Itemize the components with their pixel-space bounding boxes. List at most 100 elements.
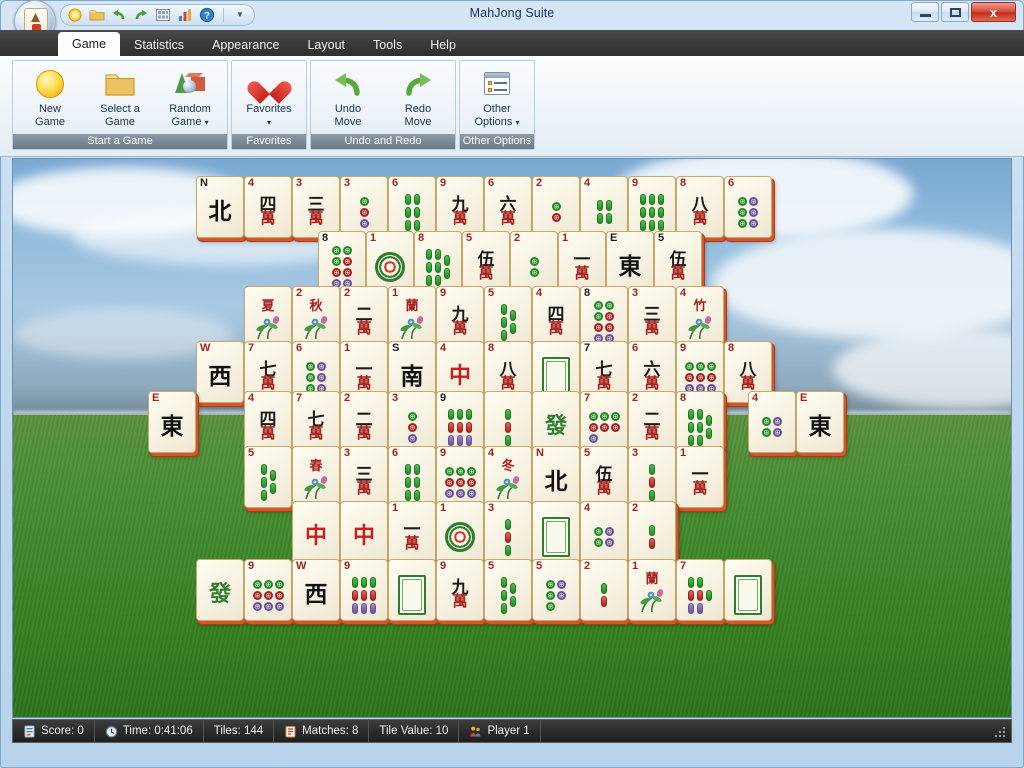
mahjong-tile[interactable]: 8 xyxy=(580,286,628,348)
mahjong-tile[interactable]: 2 xyxy=(628,501,676,563)
mahjong-tile[interactable]: 5 xyxy=(484,559,532,621)
mahjong-tile[interactable]: 3 xyxy=(388,391,436,453)
other-options-button[interactable]: Other Options ▾ xyxy=(462,65,532,129)
close-button[interactable]: x xyxy=(971,2,1016,22)
mahjong-tile[interactable]: 5伍萬 xyxy=(654,231,702,293)
mahjong-tile[interactable]: 4 xyxy=(748,391,796,453)
tab-statistics[interactable]: Statistics xyxy=(120,34,198,56)
resize-grip[interactable] xyxy=(995,727,1007,739)
mahjong-tile[interactable]: W西 xyxy=(196,341,244,403)
mahjong-tile[interactable]: 春 xyxy=(292,446,340,508)
tab-layout[interactable]: Layout xyxy=(293,34,359,56)
mahjong-tile[interactable]: 2二萬 xyxy=(340,391,388,453)
minimize-button[interactable] xyxy=(911,2,939,22)
mahjong-tile[interactable]: 4四萬 xyxy=(532,286,580,348)
mahjong-tile[interactable] xyxy=(388,559,436,621)
mahjong-tile[interactable]: 3三萬 xyxy=(628,286,676,348)
mahjong-tile[interactable]: 7 xyxy=(580,391,628,453)
mahjong-tile[interactable]: N北 xyxy=(196,176,244,238)
mahjong-tile[interactable]: 2 xyxy=(510,231,558,293)
mahjong-tile[interactable]: 1蘭 xyxy=(628,559,676,621)
mahjong-tile[interactable]: W西 xyxy=(292,559,340,621)
mahjong-tile[interactable]: 6 xyxy=(388,446,436,508)
select-a-game-button[interactable]: Select a Game xyxy=(85,65,155,129)
mahjong-tile[interactable]: 4四萬 xyxy=(244,176,292,238)
mahjong-tile[interactable]: 9 xyxy=(628,176,676,238)
mahjong-tile[interactable]: 6 xyxy=(724,176,772,238)
mahjong-tile[interactable]: 9 xyxy=(340,559,388,621)
mahjong-tile[interactable]: E東 xyxy=(796,391,844,453)
chevron-down-icon[interactable]: ▼ xyxy=(232,7,248,23)
mahjong-tile[interactable]: 夏 xyxy=(244,286,292,348)
mahjong-tile[interactable] xyxy=(724,559,772,621)
undo-move-button[interactable]: Undo Move xyxy=(313,65,383,129)
mahjong-tile[interactable]: 9 xyxy=(244,559,292,621)
mahjong-tile[interactable]: 6六萬 xyxy=(484,176,532,238)
mahjong-tile[interactable]: E東 xyxy=(148,391,196,453)
new-game-icon[interactable] xyxy=(67,7,83,23)
mahjong-tile[interactable] xyxy=(532,501,580,563)
mahjong-tile[interactable]: N北 xyxy=(532,446,580,508)
tab-game[interactable]: Game xyxy=(58,32,121,56)
help-icon[interactable]: ? xyxy=(199,7,215,23)
mahjong-tile[interactable]: 5 xyxy=(244,446,292,508)
tab-help[interactable]: Help xyxy=(416,34,470,56)
mahjong-tile[interactable]: 中 xyxy=(292,501,340,563)
favorites-button[interactable]: Favorites ▾ xyxy=(234,65,304,129)
mahjong-tile[interactable]: 9九萬 xyxy=(436,286,484,348)
tab-appearance[interactable]: Appearance xyxy=(198,34,293,56)
mahjong-tile[interactable]: 4竹 xyxy=(676,286,724,348)
mahjong-tile[interactable]: 1一萬 xyxy=(676,446,724,508)
mahjong-tile[interactable] xyxy=(484,391,532,453)
mahjong-tile[interactable]: 5伍萬 xyxy=(462,231,510,293)
mahjong-tile[interactable]: 發 xyxy=(196,559,244,621)
mahjong-tile[interactable]: 8 xyxy=(676,391,724,453)
mahjong-tile[interactable]: 7 xyxy=(676,559,724,621)
new-game-button[interactable]: New Game xyxy=(15,65,85,129)
mahjong-tile[interactable]: 2秋 xyxy=(292,286,340,348)
undo-icon[interactable] xyxy=(111,7,127,23)
chevron-down-icon[interactable]: ▾ xyxy=(205,118,209,127)
mahjong-tile[interactable]: 8八萬 xyxy=(676,176,724,238)
mahjong-tile[interactable]: 6 xyxy=(388,176,436,238)
chevron-down-icon[interactable]: ▾ xyxy=(267,118,271,127)
mahjong-tile[interactable]: 8 xyxy=(414,231,462,293)
tab-tools[interactable]: Tools xyxy=(359,34,416,56)
mahjong-tile[interactable]: 4 xyxy=(580,501,628,563)
mahjong-tile[interactable]: 2二萬 xyxy=(340,286,388,348)
mahjong-tile[interactable]: 5 xyxy=(484,286,532,348)
mahjong-tile[interactable]: 1一萬 xyxy=(388,501,436,563)
mahjong-tile[interactable]: E東 xyxy=(606,231,654,293)
maximize-button[interactable] xyxy=(941,2,969,22)
layout-grid-icon[interactable] xyxy=(155,7,171,23)
redo-icon[interactable] xyxy=(133,7,149,23)
mahjong-tile[interactable]: 3 xyxy=(340,176,388,238)
mahjong-tile[interactable]: 5 xyxy=(532,559,580,621)
mahjong-tile[interactable]: 3三萬 xyxy=(292,176,340,238)
mahjong-tile[interactable]: 4四萬 xyxy=(244,391,292,453)
mahjong-board[interactable]: N北4四萬3三萬369九萬6六萬2498八萬68185伍萬21一萬E東5伍萬夏2… xyxy=(12,158,1012,718)
mahjong-tile[interactable]: 3 xyxy=(628,446,676,508)
random-game-button[interactable]: Random Game ▾ xyxy=(155,65,225,129)
mahjong-tile[interactable]: 發 xyxy=(532,391,580,453)
redo-move-button[interactable]: Redo Move xyxy=(383,65,453,129)
mahjong-tile[interactable]: 1一萬 xyxy=(558,231,606,293)
mahjong-tile[interactable]: 9九萬 xyxy=(436,176,484,238)
mahjong-tile[interactable]: 3 xyxy=(484,501,532,563)
mahjong-tile[interactable]: 8 xyxy=(318,231,366,293)
mahjong-tile[interactable]: 9 xyxy=(436,446,484,508)
mahjong-tile[interactable]: 1蘭 xyxy=(388,286,436,348)
open-game-icon[interactable] xyxy=(89,7,105,23)
mahjong-tile[interactable]: 2二萬 xyxy=(628,391,676,453)
chevron-down-icon[interactable]: ▾ xyxy=(515,118,519,127)
mahjong-tile[interactable]: 7七萬 xyxy=(292,391,340,453)
mahjong-tile[interactable]: 4 xyxy=(580,176,628,238)
mahjong-tile[interactable]: 2 xyxy=(532,176,580,238)
mahjong-tile[interactable]: 5伍萬 xyxy=(580,446,628,508)
mahjong-tile[interactable]: 4冬 xyxy=(484,446,532,508)
mahjong-tile[interactable]: 2 xyxy=(580,559,628,621)
mahjong-tile[interactable]: 1 xyxy=(436,501,484,563)
mahjong-tile[interactable]: 中 xyxy=(340,501,388,563)
statistics-chart-icon[interactable] xyxy=(177,7,193,23)
mahjong-tile[interactable]: 9九萬 xyxy=(436,559,484,621)
